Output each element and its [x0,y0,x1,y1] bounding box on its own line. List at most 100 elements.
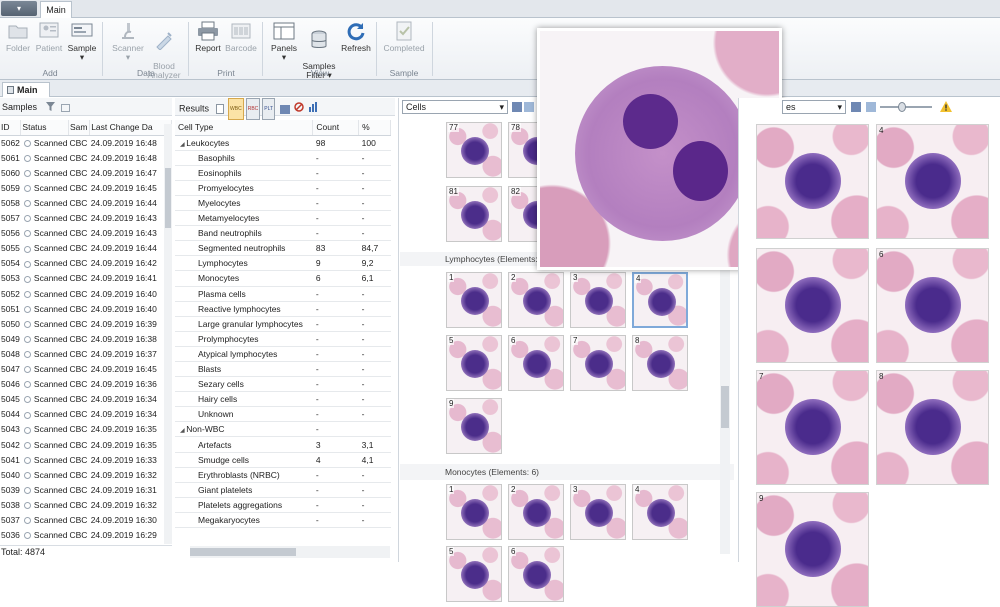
results-col-header[interactable]: Cell Type [175,120,314,136]
scrollbar-thumb[interactable] [190,548,296,556]
table-row[interactable]: Segmented neutrophils 83 84,7 [175,240,391,257]
table-row[interactable]: 5047 Scanned CBC 24.09.2019 16:45 [0,362,172,377]
table-row[interactable]: Eosinophils - - [175,165,391,181]
lymphocyte-thumbnail[interactable]: 1 [446,272,502,328]
large-cell-image[interactable] [756,124,869,239]
large-cell-image[interactable]: 7 [756,370,869,485]
ribbon-tab-main[interactable]: Main [40,1,72,18]
lymphocyte-thumbnail[interactable]: 9 [446,398,502,454]
table-row[interactable]: 5058 Scanned CBC 24.09.2019 16:44 [0,195,172,210]
table-row[interactable]: 5062 Scanned CBC 24.09.2019 16:48 [0,135,172,150]
scanner-button[interactable]: Scanner ▾ [108,21,148,62]
table-row[interactable]: 5051 Scanned CBC 24.09.2019 16:40 [0,301,172,316]
table-row[interactable]: 5056 Scanned CBC 24.09.2019 16:43 [0,226,172,241]
samples-scrollbar[interactable] [164,124,172,544]
table-row[interactable]: Reactive lymphocytes - - [175,301,391,317]
table-row[interactable]: Lymphocytes 9 9,2 [175,255,391,272]
table-row[interactable]: Megakaryocytes - - [175,512,391,529]
table-row[interactable]: 5059 Scanned CBC 24.09.2019 16:45 [0,180,172,195]
document-tab-main[interactable]: Main [2,82,50,97]
gallery-list-icon[interactable] [524,102,534,112]
table-row[interactable]: Plasma cells - - [175,286,391,302]
table-row[interactable]: Unknown - - [175,406,391,423]
table-row[interactable]: Smudge cells 4 4,1 [175,452,391,468]
monocyte-thumbnail[interactable]: 5 [446,546,502,602]
table-row[interactable]: 5054 Scanned CBC 24.09.2019 16:42 [0,256,172,271]
table-row[interactable]: 5050 Scanned CBC 24.09.2019 16:39 [0,316,172,331]
samples-col-header[interactable]: ID [0,120,22,136]
patient-button[interactable]: Patient [34,21,64,53]
table-row[interactable]: Large granular lymphocytes - - [175,316,391,332]
table-row[interactable]: Band neutrophils - - [175,225,391,242]
report-button[interactable]: Report [193,21,223,53]
table-row[interactable]: Basophils - - [175,150,391,166]
sample-button[interactable]: Sample ▾ [66,21,98,62]
grid-view-icon[interactable] [279,104,290,114]
table-row[interactable]: Metamyelocytes - - [175,210,391,227]
large-cell-image[interactable]: 6 [876,248,989,363]
results-col-header[interactable]: % [358,120,391,136]
warning-icon[interactable] [940,101,952,114]
document-icon[interactable] [215,104,224,114]
table-row[interactable]: Atypical lymphocytes - - [175,346,391,363]
table-row[interactable]: 5057 Scanned CBC 24.09.2019 16:43 [0,211,172,226]
monocyte-thumbnail[interactable]: 6 [508,546,564,602]
filter-icon[interactable] [45,99,55,117]
table-row[interactable]: 5045 Scanned CBC 24.09.2019 16:34 [0,392,172,407]
filter-rbc-button[interactable]: RBC [245,98,261,120]
viewer-view-icon[interactable] [851,102,861,112]
scrollbar-thumb[interactable] [165,168,171,228]
table-row[interactable]: Promyelocytes - - [175,180,391,196]
lymphocyte-thumbnail[interactable]: 4 [632,272,688,328]
large-cell-image[interactable] [756,248,869,363]
table-row[interactable]: Blasts - - [175,361,391,378]
refresh-button[interactable]: Refresh [340,21,372,53]
viewer-list-icon[interactable] [866,102,876,112]
table-row[interactable]: 5055 Scanned CBC 24.09.2019 16:44 [0,241,172,256]
lymphocyte-thumbnail[interactable]: 8 [632,335,688,391]
no-entry-icon[interactable] [294,100,304,118]
large-cell-image[interactable]: 4 [876,124,989,239]
table-row[interactable]: 5049 Scanned CBC 24.09.2019 16:38 [0,331,172,346]
table-row[interactable]: 5037 Scanned CBC 24.09.2019 16:30 [0,512,172,527]
table-row[interactable]: 5046 Scanned CBC 24.09.2019 16:36 [0,377,172,392]
table-row[interactable]: 5048 Scanned CBC 24.09.2019 16:37 [0,346,172,361]
column-chooser-icon[interactable] [61,103,71,112]
scrollbar-thumb[interactable] [721,386,729,428]
filter-wbc-button[interactable]: WBC [228,98,244,120]
group-row[interactable]: ◢ Non-WBC - [175,421,391,438]
table-row[interactable]: 5036 Scanned CBC 24.09.2019 16:29 [0,528,172,543]
table-row[interactable]: 5044 Scanned CBC 24.09.2019 16:34 [0,407,172,422]
lymphocyte-thumbnail[interactable]: 5 [446,335,502,391]
filter-plt-button[interactable]: PLT [262,98,276,120]
monocyte-thumbnail[interactable]: 3 [570,484,626,540]
table-row[interactable]: 5038 Scanned CBC 24.09.2019 16:32 [0,497,172,512]
viewer-dropdown[interactable]: es ▾ [782,100,846,114]
group-row[interactable]: ◢ Leukocytes 98 100 [175,135,391,151]
table-row[interactable]: 5041 Scanned CBC 24.09.2019 16:33 [0,452,172,467]
lymphocyte-thumbnail[interactable]: 7 [570,335,626,391]
table-row[interactable]: Sezary cells - - [175,376,391,393]
gallery-view-icon[interactable] [512,102,522,112]
samples-col-header[interactable]: Sam [68,120,91,136]
table-row[interactable]: Monocytes 6 6,1 [175,270,391,287]
table-row[interactable]: Prolymphocytes - - [175,331,391,347]
table-row[interactable]: 5060 Scanned CBC 24.09.2019 16:47 [0,165,172,180]
segmented-neutrophil-thumbnail[interactable]: 81 [446,186,502,242]
table-row[interactable]: 5053 Scanned CBC 24.09.2019 16:41 [0,271,172,286]
zoom-slider[interactable] [880,102,932,112]
completed-button[interactable]: Completed [381,21,427,53]
results-col-header[interactable]: Count [312,120,360,136]
app-menu-button[interactable]: ▾ [1,1,37,16]
samples-col-header[interactable]: Last Change Da [89,120,172,136]
panels-button[interactable]: Panels ▾ [268,21,300,62]
table-row[interactable]: Artefacts 3 3,1 [175,436,391,453]
barcode-button[interactable]: Barcode [224,21,258,53]
monocyte-thumbnail[interactable]: 2 [508,484,564,540]
monocyte-thumbnail[interactable]: 1 [446,484,502,540]
table-row[interactable]: Myelocytes - - [175,195,391,212]
table-row[interactable]: 5039 Scanned CBC 24.09.2019 16:31 [0,482,172,497]
table-row[interactable]: Giant platelets - - [175,482,391,498]
table-row[interactable]: Platelets aggregations - - [175,497,391,513]
bar-chart-icon[interactable] [308,100,319,118]
